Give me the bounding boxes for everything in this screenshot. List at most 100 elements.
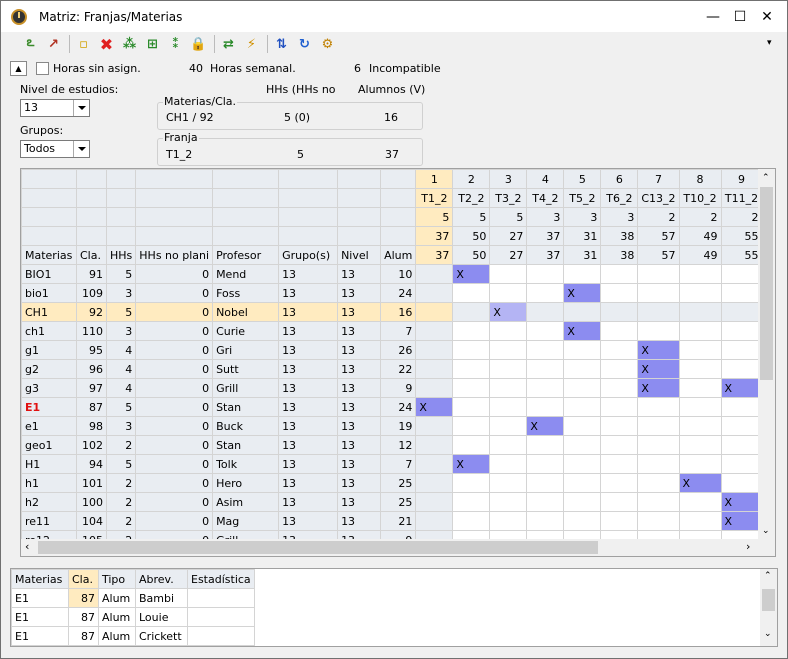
matrix-cell[interactable] [600,378,639,398]
matrix-cell[interactable] [637,302,680,322]
matrix-cell[interactable] [563,397,602,417]
new-icon[interactable]: ▫ [74,35,93,54]
lightning-icon[interactable]: ⚡ [242,35,261,54]
students-column-header[interactable]: Tipo [98,569,136,589]
matrix-cell[interactable] [526,264,565,284]
matrix-cell[interactable] [678,321,722,341]
gear-icon[interactable]: ⚙ [318,35,337,54]
slot-hhs-cell[interactable]: 2 [720,207,763,227]
slot-hhs-cell[interactable]: 2 [637,207,680,227]
assignment-cell[interactable]: X [720,492,763,512]
slot-num-cell[interactable]: 6 [600,169,639,189]
slot-num-cell[interactable]: 1 [415,169,454,189]
column-header[interactable]: Alum [380,245,417,265]
students-column-header[interactable]: Materias [11,569,69,589]
assignment-cell[interactable]: X [489,302,528,322]
matrix-cell[interactable] [415,283,454,303]
slot-alum-cell[interactable]: 49 [678,226,722,246]
matrix-cell[interactable] [489,492,528,512]
swap-icon[interactable]: ⇄ [219,35,238,54]
matrix-cell[interactable] [452,321,491,341]
table-row[interactable]: BIO1 91 5 0 Mend 13 13 10 X [21,264,763,284]
slot-name-cell[interactable]: T10_2 [678,188,722,208]
students-column-header[interactable]: Cla. [68,569,99,589]
nivel-select[interactable]: 13 [20,99,90,117]
matrix-cell[interactable] [415,492,454,512]
table-row[interactable]: H1 94 5 0 Tolk 13 13 7 X [21,454,763,474]
slot-hhs-cell[interactable]: 2 [678,207,722,227]
assignment-cell[interactable]: X [720,511,763,531]
matrix-cell[interactable] [415,435,454,455]
matrix-cell[interactable] [720,264,763,284]
people-go-icon[interactable]: ఽ [21,35,40,54]
slot-num-cell[interactable]: 8 [678,169,722,189]
matrix-cell[interactable] [720,283,763,303]
matrix-cell[interactable] [415,378,454,398]
matrix-cell[interactable] [563,302,602,322]
slot-alum-cell[interactable]: 27 [489,226,528,246]
horizontal-scrollbar[interactable]: ‹ › [21,539,760,556]
matrix-cell[interactable] [678,378,722,398]
lock-icon[interactable]: 🔒 [189,35,208,54]
table-row[interactable]: geo1 102 2 0 Stan 13 13 12 [21,435,763,455]
matrix-cell[interactable] [563,340,602,360]
matrix-cell[interactable] [678,454,722,474]
matrix-cell[interactable] [720,340,763,360]
matrix-cell[interactable] [678,340,722,360]
matrix-cell[interactable] [415,302,454,322]
assignment-cell[interactable]: X [452,454,491,474]
scroll-right-icon[interactable]: › [746,540,750,553]
matrix-cell[interactable] [678,511,722,531]
matrix-cell[interactable] [678,283,722,303]
matrix-cell[interactable] [415,359,454,379]
matrix-cell[interactable] [720,302,763,322]
slot-num-cell[interactable]: 9 [720,169,763,189]
matrix-cell[interactable] [526,473,565,493]
scroll-left-icon[interactable]: ‹ [25,540,29,553]
matrix-cell[interactable] [678,302,722,322]
slot-num-cell[interactable]: 4 [526,169,565,189]
matrix-cell[interactable] [720,435,763,455]
matrix-cell[interactable] [415,511,454,531]
slot-num-cell[interactable]: 7 [637,169,680,189]
matrix-cell[interactable] [489,340,528,360]
matrix-cell[interactable] [563,473,602,493]
matrix-cell[interactable] [600,359,639,379]
slot-hhs-cell[interactable]: 5 [415,207,454,227]
matrix-cell[interactable] [563,454,602,474]
people-group-icon[interactable]: ⁑ [166,35,185,54]
scroll-down-icon[interactable]: ⌄ [764,629,772,639]
matrix-cell[interactable] [637,397,680,417]
matrix-cell[interactable] [489,397,528,417]
matrix-cell[interactable] [526,435,565,455]
matrix-cell[interactable] [489,321,528,341]
matrix-cell[interactable] [526,397,565,417]
scroll-up-icon[interactable]: ⌃ [764,571,772,581]
column-header[interactable]: HHs [105,245,137,265]
matrix-cell[interactable] [600,397,639,417]
slot-alum-total-cell[interactable]: 57 [637,245,680,265]
matrix-cell[interactable] [415,416,454,436]
students-row[interactable]: E1 87 Alum Louie [11,607,255,627]
slot-hhs-cell[interactable]: 3 [526,207,565,227]
matrix-cell[interactable] [637,416,680,436]
slot-hhs-cell[interactable]: 3 [600,207,639,227]
matrix-cell[interactable] [452,435,491,455]
matrix-cell[interactable] [563,435,602,455]
table-row[interactable]: ch1 110 3 0 Curie 13 13 7 X [21,321,763,341]
slot-num-cell[interactable]: 2 [452,169,491,189]
matrix-cell[interactable] [637,283,680,303]
matrix-cell[interactable] [600,264,639,284]
toolbar-overflow-button[interactable]: ▾ [767,38,772,48]
matrix-cell[interactable] [489,435,528,455]
matrix-cell[interactable] [452,378,491,398]
matrix-cell[interactable] [526,359,565,379]
table-row[interactable]: CH1 92 5 0 Nobel 13 13 16 X [21,302,763,322]
matrix-cell[interactable] [600,454,639,474]
delete-icon[interactable]: ✖ [97,35,116,54]
slot-name-cell[interactable]: C13_2 [637,188,680,208]
column-header[interactable]: Profesor [212,245,280,265]
matrix-cell[interactable] [678,416,722,436]
students-column-header[interactable]: Estadística [187,569,255,589]
matrix-cell[interactable] [452,340,491,360]
